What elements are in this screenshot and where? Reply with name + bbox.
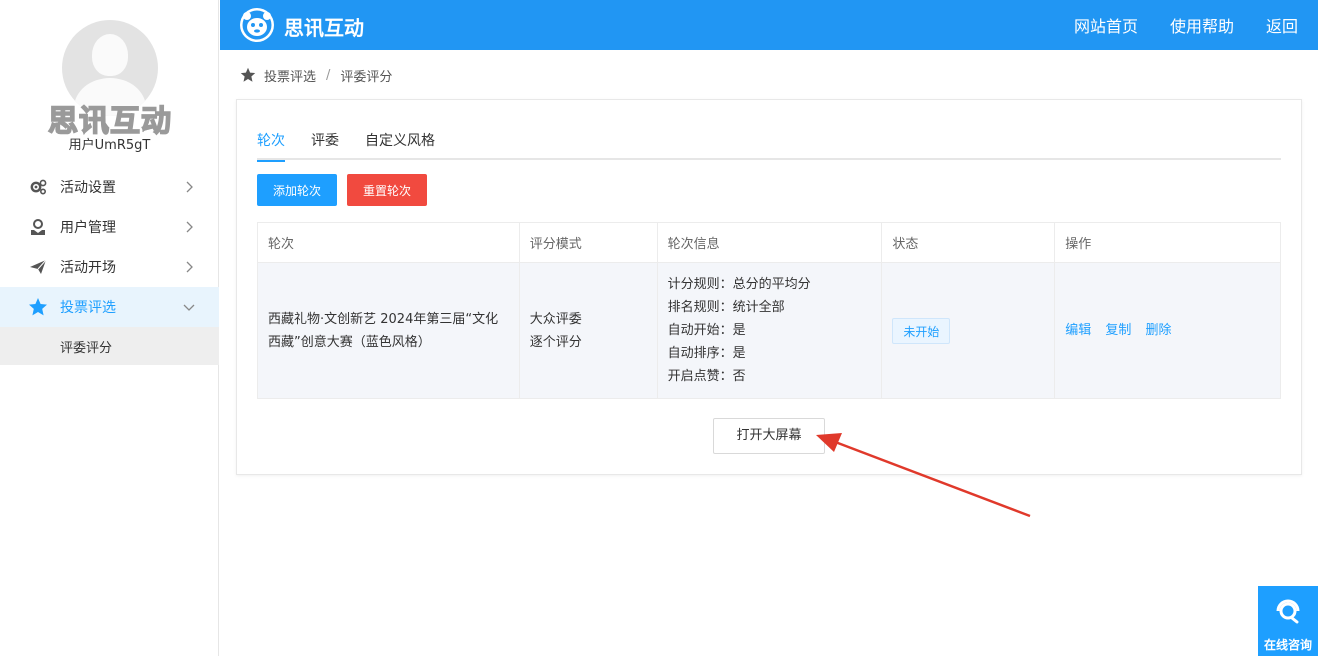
add-round-button[interactable]: 添加轮次 xyxy=(257,174,337,206)
sidebar-item-voting[interactable]: 投票评选 xyxy=(0,287,219,327)
sidebar-item-label: 活动开场 xyxy=(60,260,116,276)
round-name-cell: 西藏礼物·文创新艺 2024年第三届“文化西藏”创意大赛（蓝色风格） xyxy=(257,262,520,399)
star-icon xyxy=(240,67,256,82)
chevron-right-icon xyxy=(186,221,193,233)
top-nav: 网站首页 使用帮助 返回 xyxy=(1042,0,1298,50)
headset-icon xyxy=(1276,599,1300,624)
nav-help-link[interactable]: 使用帮助 xyxy=(1170,13,1234,37)
sidebar-menu: 活动设置 用户管理 活动开场 投票评选 评委评分 xyxy=(0,167,219,365)
avatar-head xyxy=(92,34,128,76)
gear-icon xyxy=(28,177,48,197)
rounds-table: 轮次 评分模式 轮次信息 状态 操作 西藏礼物·文创新艺 2024年第三届“文化… xyxy=(257,222,1281,399)
chevron-right-icon xyxy=(186,181,193,193)
nav-home-link[interactable]: 网站首页 xyxy=(1074,13,1138,37)
info-line: 计分规则：总分的平均分 xyxy=(667,277,811,292)
mode-cell: 大众评委 逐个评分 xyxy=(518,262,658,399)
sidebar-item-label: 活动设置 xyxy=(60,180,116,196)
open-big-screen-button[interactable]: 打开大屏幕 xyxy=(713,418,825,454)
chevron-down-icon xyxy=(183,304,195,311)
info-line: 自动开始：是 xyxy=(667,323,746,338)
column-header-status: 状态 xyxy=(881,222,1056,263)
brand-name: 思讯互动 xyxy=(284,16,364,40)
reset-round-button[interactable]: 重置轮次 xyxy=(347,174,427,206)
breadcrumb: 投票评选 / 评委评分 xyxy=(240,66,393,85)
sidebar-item-label: 投票评选 xyxy=(60,300,116,316)
breadcrumb-item-voting[interactable]: 投票评选 xyxy=(264,66,316,85)
sidebar-item-activity-settings[interactable]: 活动设置 xyxy=(0,167,219,207)
sidebar-item-activity-opening[interactable]: 活动开场 xyxy=(0,247,219,287)
tab-judges[interactable]: 评委 xyxy=(311,128,339,160)
breadcrumb-item-judge-scoring: 评委评分 xyxy=(340,69,393,85)
info-line: 排名规则：统计全部 xyxy=(667,300,785,315)
status-badge: 未开始 xyxy=(892,317,951,344)
info-cell: 计分规则：总分的平均分 排名规则：统计全部 自动开始：是 自动排序：是 开启点赞… xyxy=(656,262,883,399)
edit-link[interactable]: 编辑 xyxy=(1065,323,1091,338)
mode-line: 逐个评分 xyxy=(529,334,582,350)
user-icon xyxy=(28,217,48,237)
status-cell: 未开始 xyxy=(881,262,1056,399)
tab-custom-style[interactable]: 自定义风格 xyxy=(365,128,435,160)
nav-back-link[interactable]: 返回 xyxy=(1266,13,1298,37)
sidebar-item-label: 用户管理 xyxy=(60,220,116,236)
info-line: 自动排序：是 xyxy=(667,346,746,361)
sidebar: 思讯互动 用户UmR5gT 活动设置 用户管理 活动开场 投票评选 评委评分 xyxy=(0,0,219,656)
star-icon xyxy=(28,297,48,317)
online-consult-button[interactable]: 在线咨询 xyxy=(1258,586,1318,656)
info-line: 开启点赞：否 xyxy=(667,369,746,384)
delete-link[interactable]: 删除 xyxy=(1146,323,1172,338)
tab-rounds[interactable]: 轮次 xyxy=(257,128,285,162)
content-card: 轮次 评委 自定义风格 添加轮次 重置轮次 轮次 评分模式 轮次信息 状态 操作… xyxy=(236,99,1302,475)
column-header-mode: 评分模式 xyxy=(518,222,658,263)
breadcrumb-separator: / xyxy=(326,67,331,83)
column-header-info: 轮次信息 xyxy=(656,222,883,263)
paper-plane-icon xyxy=(28,257,48,277)
logo-icon xyxy=(240,8,274,42)
mode-line: 大众评委 xyxy=(529,311,582,327)
username: 用户UmR5gT xyxy=(68,138,151,153)
tab-bar: 轮次 评委 自定义风格 xyxy=(257,128,1281,162)
table-row: 西藏礼物·文创新艺 2024年第三届“文化西藏”创意大赛（蓝色风格） 大众评委 … xyxy=(257,262,1281,399)
column-header-round: 轮次 xyxy=(257,222,520,263)
sidebar-item-user-management[interactable]: 用户管理 xyxy=(0,207,219,247)
top-header: 思讯互动 网站首页 使用帮助 返回 xyxy=(220,0,1318,50)
actions-cell: 编辑 复制 删除 xyxy=(1054,262,1281,399)
copy-link[interactable]: 复制 xyxy=(1105,323,1131,338)
online-consult-label: 在线咨询 xyxy=(1263,638,1312,652)
table-header-row: 轮次 评分模式 轮次信息 状态 操作 xyxy=(257,222,1281,263)
column-header-actions: 操作 xyxy=(1054,222,1281,263)
sidebar-subitem-judge-scoring[interactable]: 评委评分 xyxy=(0,327,219,365)
chevron-right-icon xyxy=(186,261,193,273)
